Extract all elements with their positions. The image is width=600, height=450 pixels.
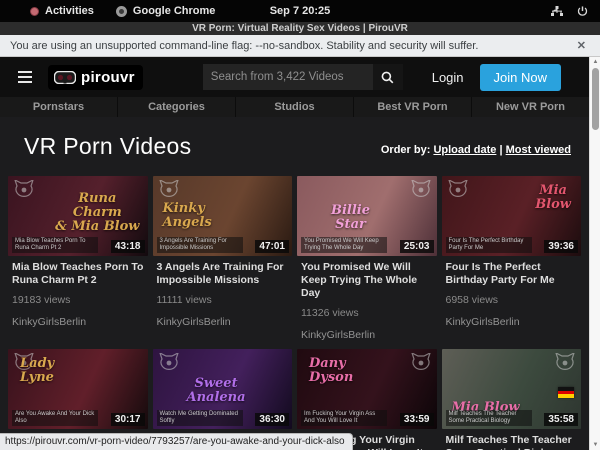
scrollbar-thumb[interactable] (592, 68, 599, 130)
order-most-viewed-link[interactable]: Most viewed (506, 144, 571, 156)
order-by: Order by: Upload date | Most viewed (381, 144, 571, 160)
cat-logo-watermark-icon (448, 180, 468, 198)
window-title: VR Porn: Virtual Reality Sex Videos | Pi… (0, 22, 600, 35)
search-form (203, 64, 403, 90)
thumbnail-performer-name: Sweet Analena (187, 377, 246, 405)
scrollbar[interactable]: ▲ ▼ (589, 57, 600, 450)
page-head: VR Porn Videos Order by: Upload date | M… (0, 117, 589, 174)
duration-badge: 47:01 (255, 240, 289, 253)
thumbnail-caption: Im Fucking Your Virgin Ass And You Will … (301, 410, 387, 426)
duration-badge: 33:59 (400, 413, 434, 426)
duration-badge: 25:03 (400, 240, 434, 253)
cat-logo-watermark-icon (14, 180, 34, 198)
thumbnail-performer-name: Dany Dyson (309, 357, 353, 385)
duration-badge: 43:18 (111, 240, 145, 253)
nav-item-studios[interactable]: Studios (236, 97, 354, 117)
video-thumbnail[interactable]: Lady Lyne Are You Awake And Your Dick Al… (8, 349, 148, 429)
video-thumbnail[interactable]: Billie Star You Promised We Will Keep Tr… (297, 176, 437, 256)
duration-badge: 36:30 (255, 413, 289, 426)
search-icon (381, 71, 394, 84)
logo-text: pirouvr (81, 69, 135, 86)
screen: Activities Google Chrome Sep 7 20:25 VR … (0, 0, 600, 450)
video-card: Billie Star You Promised We Will Keep Tr… (297, 176, 437, 341)
search-input[interactable] (203, 64, 373, 90)
video-card: Runa Charm & Mia Blow Mia Blow Teaches P… (8, 176, 148, 341)
web-page: pirouvr Login Join Now PornstarsCategori… (0, 57, 589, 450)
thumbnail-caption: 3 Angels Are Training For Impossible Mis… (157, 237, 243, 253)
cat-logo-watermark-icon (411, 180, 431, 198)
system-bar: Activities Google Chrome Sep 7 20:25 (0, 0, 600, 22)
video-thumbnail[interactable]: Mia Blow Milf Teaches The Teacher Some P… (442, 349, 582, 429)
thumbnail-performer-name: Lady Lyne (20, 357, 54, 385)
video-title[interactable]: Milf Teaches The Teacher Some Practical … (446, 434, 578, 450)
video-channel-link[interactable]: KinkyGirlsBerlin (446, 316, 578, 328)
menu-icon[interactable] (18, 71, 32, 83)
site-header: pirouvr Login Join Now (0, 57, 589, 97)
video-title[interactable]: Four Is The Perfect Birthday Party For M… (446, 261, 578, 287)
nav-item-pornstars[interactable]: Pornstars (0, 97, 118, 117)
duration-badge: 35:58 (544, 413, 578, 426)
thumbnail-caption: Mia Blow Teaches Porn To Runa Charm Pt 2 (12, 237, 98, 253)
power-icon[interactable] (577, 6, 588, 17)
video-views: 6958 views (446, 294, 578, 306)
video-card: Mia Blow Four Is The Perfect Birthday Pa… (442, 176, 582, 341)
chrome-infobar: You are using an unsupported command-lin… (0, 35, 600, 57)
join-now-button[interactable]: Join Now (480, 64, 561, 91)
video-thumbnail[interactable]: Sweet Analena Watch Me Getting Dominated… (153, 349, 293, 429)
site-logo[interactable]: pirouvr (48, 65, 143, 90)
video-views: 11326 views (301, 307, 433, 319)
cat-logo-watermark-icon (411, 353, 431, 371)
infobar-close-icon[interactable]: ✕ (573, 39, 590, 52)
vr-goggles-icon (54, 71, 76, 84)
video-title[interactable]: Mia Blow Teaches Porn To Runa Charm Pt 2 (12, 261, 144, 287)
search-button[interactable] (373, 64, 403, 90)
video-thumbnail[interactable]: Mia Blow Four Is The Perfect Birthday Pa… (442, 176, 582, 256)
order-separator: | (499, 144, 502, 156)
flag-germany-icon (558, 387, 574, 398)
network-icon[interactable] (551, 6, 563, 17)
video-card: Kinky Angels 3 Angels Are Training For I… (153, 176, 293, 341)
order-upload-date-link[interactable]: Upload date (433, 144, 496, 156)
page-title: VR Porn Videos (24, 133, 191, 160)
cat-logo-watermark-icon (555, 353, 575, 371)
scroll-up-icon[interactable]: ▲ (590, 57, 600, 67)
video-channel-link[interactable]: KinkyGirlsBerlin (12, 316, 144, 328)
status-url-bubble: https://pirouvr.com/vr-porn-video/779325… (0, 433, 353, 450)
thumbnail-performer-name: Runa Charm & Mia Blow (55, 192, 139, 234)
video-views: 19183 views (12, 294, 144, 306)
video-thumbnail[interactable]: Kinky Angels 3 Angels Are Training For I… (153, 176, 293, 256)
scroll-down-icon[interactable]: ▼ (590, 440, 600, 450)
video-channel-link[interactable]: KinkyGirlsBerlin (157, 316, 289, 328)
nav-item-categories[interactable]: Categories (118, 97, 236, 117)
thumbnail-performer-name: Kinky Angels (163, 202, 212, 230)
thumbnail-caption: Milf Teaches The Teacher Some Practical … (446, 410, 532, 426)
video-thumbnail[interactable]: Dany Dyson Im Fucking Your Virgin Ass An… (297, 349, 437, 429)
video-grid: Runa Charm & Mia Blow Mia Blow Teaches P… (0, 174, 589, 450)
main-nav: PornstarsCategoriesStudiosBest VR PornNe… (0, 97, 589, 117)
clock[interactable]: Sep 7 20:25 (0, 5, 600, 17)
thumbnail-caption: Watch Me Getting Dominated Softly (157, 410, 243, 426)
duration-badge: 39:36 (544, 240, 578, 253)
thumbnail-caption: Four Is The Perfect Birthday Party For M… (446, 237, 532, 253)
login-link[interactable]: Login (432, 70, 464, 85)
video-title[interactable]: You Promised We Will Keep Trying The Who… (301, 261, 433, 300)
video-title[interactable]: 3 Angels Are Training For Impossible Mis… (157, 261, 289, 287)
nav-item-new-vr-porn[interactable]: New VR Porn (472, 97, 589, 117)
thumbnail-caption: You Promised We Will Keep Trying The Who… (301, 237, 387, 253)
thumbnail-caption: Are You Awake And Your Dick Also (12, 410, 98, 426)
cat-logo-watermark-icon (159, 353, 179, 371)
thumbnail-performer-name: Billie Star (331, 204, 370, 232)
order-by-label: Order by: (381, 144, 431, 156)
video-channel-link[interactable]: KinkyGirlsBerlin (301, 329, 433, 341)
video-card: Mia Blow Milf Teaches The Teacher Some P… (442, 349, 582, 450)
infobar-message: You are using an unsupported command-lin… (10, 40, 478, 52)
duration-badge: 30:17 (111, 413, 145, 426)
nav-item-best-vr-porn[interactable]: Best VR Porn (354, 97, 472, 117)
video-thumbnail[interactable]: Runa Charm & Mia Blow Mia Blow Teaches P… (8, 176, 148, 256)
cat-logo-watermark-icon (159, 180, 179, 198)
video-views: 11111 views (157, 294, 289, 306)
thumbnail-performer-name: Mia Blow (535, 184, 571, 212)
